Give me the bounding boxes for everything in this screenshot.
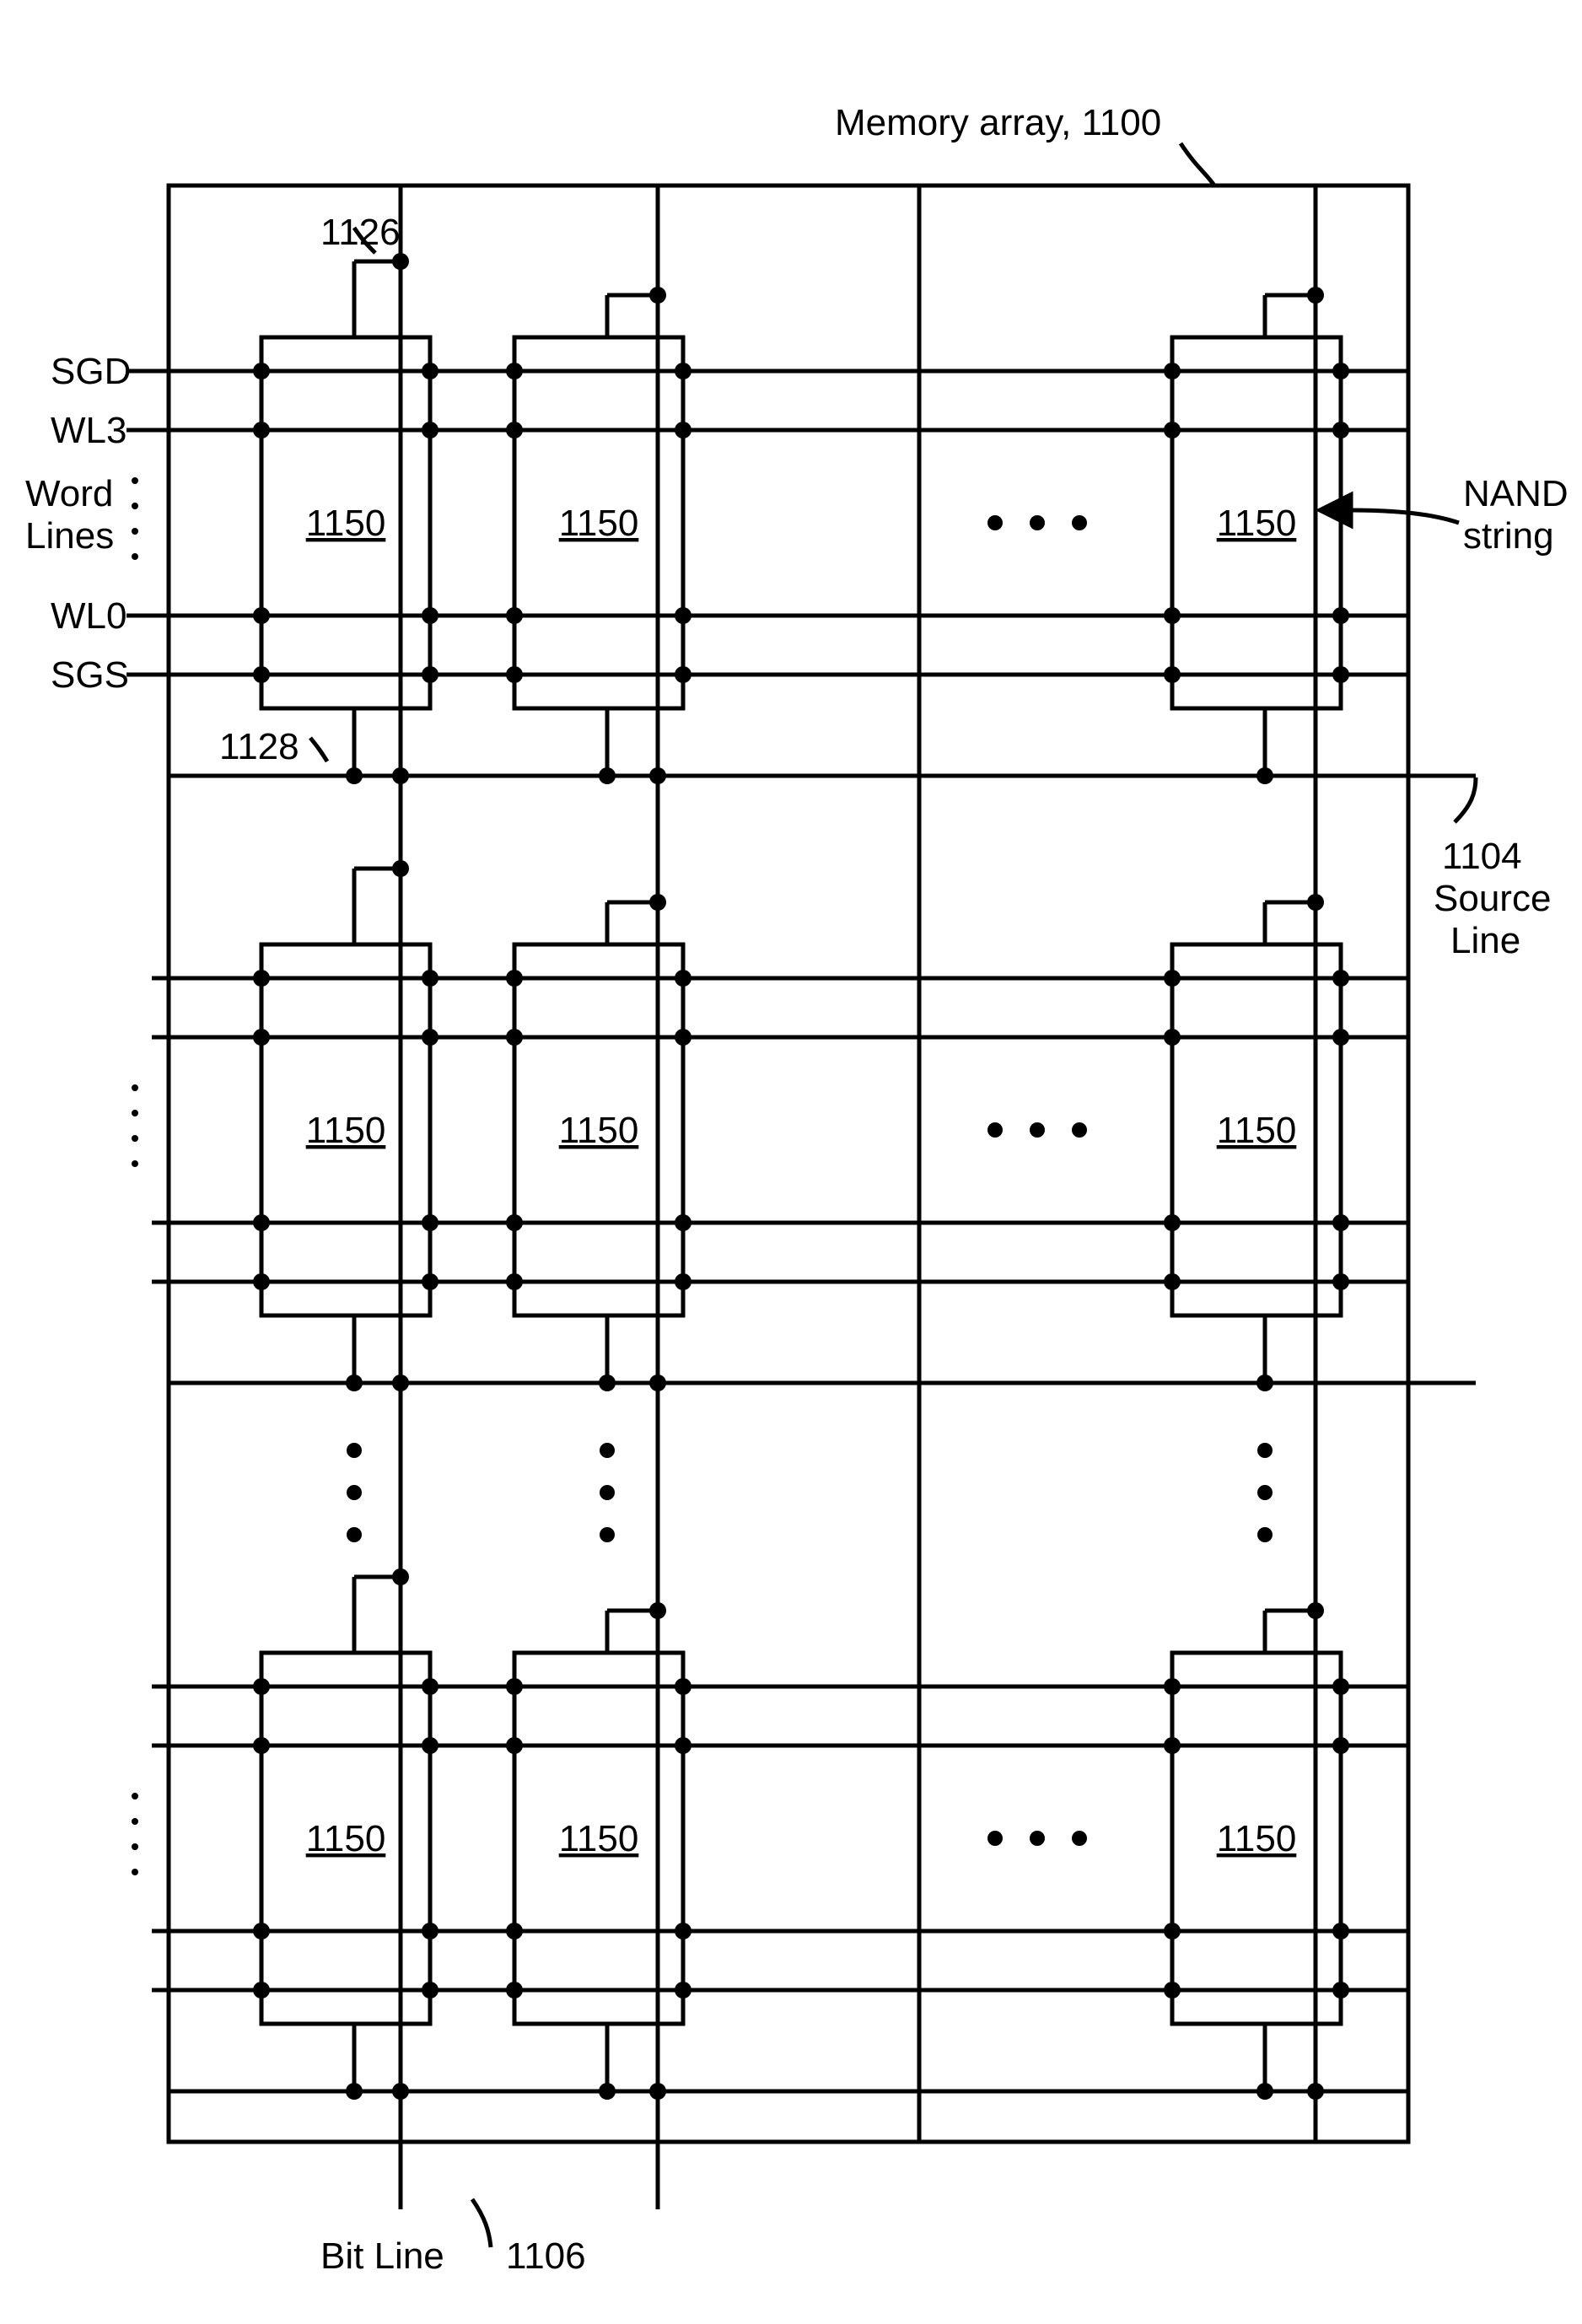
svg-text:1150: 1150 bbox=[306, 1110, 386, 1151]
sgd-label: SGD bbox=[51, 351, 131, 392]
bitline-label: Bit Line bbox=[320, 2235, 444, 2277]
wl0-label: WL0 bbox=[51, 595, 126, 637]
ref-1126: 1126 bbox=[320, 212, 401, 253]
row-ellipsis bbox=[347, 1443, 1273, 1542]
svg-text:1150: 1150 bbox=[1217, 1110, 1297, 1151]
title-text: Memory array, 1100 bbox=[835, 102, 1161, 143]
svg-text:1150: 1150 bbox=[559, 1110, 639, 1151]
svg-text:1150: 1150 bbox=[559, 1818, 639, 1859]
nand-arrow bbox=[1349, 510, 1459, 523]
svg-text:1150: 1150 bbox=[559, 503, 639, 544]
source-line-label-3: Line bbox=[1450, 920, 1520, 961]
sgs-label: SGS bbox=[51, 654, 129, 696]
wl3-label: WL3 bbox=[51, 410, 126, 451]
memory-array-diagram: Memory array, 1100 SGD WL3 Word Lines WL… bbox=[0, 0, 1582, 2324]
ref-1106: 1106 bbox=[506, 2235, 586, 2277]
title-leader bbox=[1181, 143, 1214, 186]
wordlines-label-2: Lines bbox=[25, 515, 114, 557]
nand-string-label-1: NAND bbox=[1463, 473, 1569, 514]
wordlines-label-1: Word bbox=[25, 473, 113, 514]
svg-text:1150: 1150 bbox=[1217, 1818, 1297, 1859]
source-line-label-2: Source bbox=[1434, 878, 1551, 919]
source-line-label-1: 1104 bbox=[1442, 836, 1522, 877]
svg-text:1150: 1150 bbox=[306, 503, 386, 544]
nand-string-label-2: string bbox=[1463, 515, 1554, 557]
svg-text:1150: 1150 bbox=[1217, 503, 1297, 544]
bitline-leader bbox=[472, 2199, 491, 2247]
block-labels: 1150 1150 1150 1150 1150 1150 1150 1150 … bbox=[306, 503, 1297, 1859]
svg-text:1150: 1150 bbox=[306, 1818, 386, 1859]
ref-1128: 1128 bbox=[219, 726, 299, 767]
